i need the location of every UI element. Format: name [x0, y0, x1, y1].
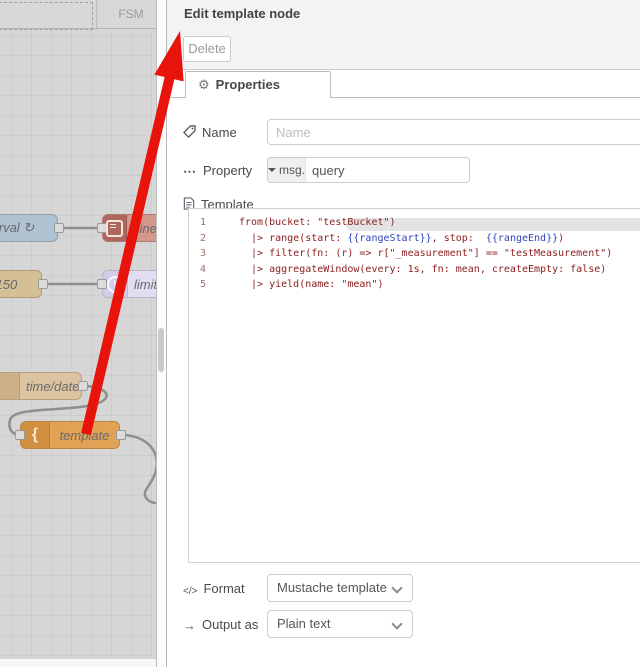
delete-button[interactable]: Delete [183, 36, 231, 62]
line-number: 3 [199, 248, 206, 259]
property-value-input[interactable] [306, 158, 469, 182]
node-label: limit 1 ms [134, 276, 157, 292]
code-icon: </> [183, 586, 198, 597]
app-window: FSM interval ↻ sineW s-150 [0, 0, 640, 667]
name-label: Name [183, 125, 237, 141]
node-interval[interactable]: interval ↻ [0, 214, 64, 242]
flow-wires [8, 226, 156, 505]
tab-properties[interactable]: ⚙ Properties [185, 71, 331, 98]
canvas-vscroll-gutter[interactable] [157, 0, 166, 667]
line-number: 5 [199, 279, 206, 290]
arrow-right-icon: → [183, 618, 196, 633]
dialog-button-row: Delete [167, 28, 640, 70]
code-line[interactable]: 4 |> aggregateWindow(every: 1s, fn: mean… [189, 262, 640, 278]
code-line[interactable]: 3 |> filter(fn: (r) => r["_measurement"]… [189, 246, 640, 262]
name-input[interactable] [267, 119, 640, 145]
chevron-down-icon [391, 618, 403, 630]
format-select[interactable]: Mustache template [267, 574, 413, 602]
wire-template-out[interactable] [123, 433, 156, 505]
node-label: time/date [26, 378, 80, 394]
input-port[interactable] [97, 279, 107, 289]
input-port[interactable] [15, 430, 25, 440]
template-code-editor[interactable]: 1 from(bucket: "testBucket") 2 |> range(st… [188, 208, 640, 563]
node-label: interval ↻ [0, 220, 35, 235]
format-label: </> Format [183, 581, 245, 597]
output-port[interactable] [54, 223, 64, 233]
node-label: template [59, 427, 110, 443]
node-label: s-150 [0, 276, 18, 292]
output-port[interactable] [78, 381, 88, 391]
caret-down-icon [268, 168, 276, 172]
property-typed-input[interactable]: msg. [267, 157, 470, 183]
tag-icon [183, 125, 196, 141]
node-timedate[interactable]: f time/date [0, 372, 88, 400]
code-line[interactable]: 2 |> range(start: {{rangeStart}}, stop: … [189, 231, 640, 247]
line-number: 1 [199, 217, 206, 228]
node-template[interactable]: { template [15, 421, 126, 449]
chevron-down-icon [391, 582, 403, 594]
scrollbar-thumb[interactable] [158, 328, 164, 372]
gear-icon: ⚙ [198, 77, 210, 92]
node-label: sineW [133, 220, 157, 236]
node-sinewave[interactable]: sineW [97, 214, 157, 242]
code-line[interactable]: 1 from(bucket: "testBucket") [189, 215, 640, 231]
sinewave-icon [103, 215, 127, 241]
code-line[interactable]: 5 |> yield(name: "mean") [189, 277, 640, 293]
output-port[interactable] [116, 430, 126, 440]
output-port[interactable] [38, 279, 48, 289]
dialog-title: Edit template node [167, 0, 640, 29]
timer-icon [103, 271, 128, 297]
line-number: 2 [199, 232, 206, 244]
canvas-hscroll-gutter[interactable] [0, 659, 156, 667]
output-as-select[interactable]: Plain text [267, 610, 413, 638]
line-number: 4 [199, 263, 206, 275]
node-s150[interactable]: s-150 [0, 270, 48, 298]
property-label: ⋯ Property [183, 163, 253, 179]
function-icon: f [0, 373, 20, 399]
template-brace-icon: { [21, 422, 50, 448]
ellipsis-icon: ⋯ [183, 164, 197, 179]
flow-canvas[interactable]: FSM interval ↻ sineW s-150 [0, 0, 157, 667]
output-as-label: → Output as [183, 617, 259, 633]
code-lines: 1 from(bucket: "testBucket") 2 |> range(st… [189, 209, 640, 293]
edit-dialog-panel: Edit template node Delete ⚙ Properties Na… [166, 0, 640, 667]
node-limit[interactable]: limit 1 ms [97, 270, 157, 298]
dialog-tab-row: ⚙ Properties [167, 70, 640, 98]
property-type-selector[interactable]: msg. [268, 158, 307, 182]
